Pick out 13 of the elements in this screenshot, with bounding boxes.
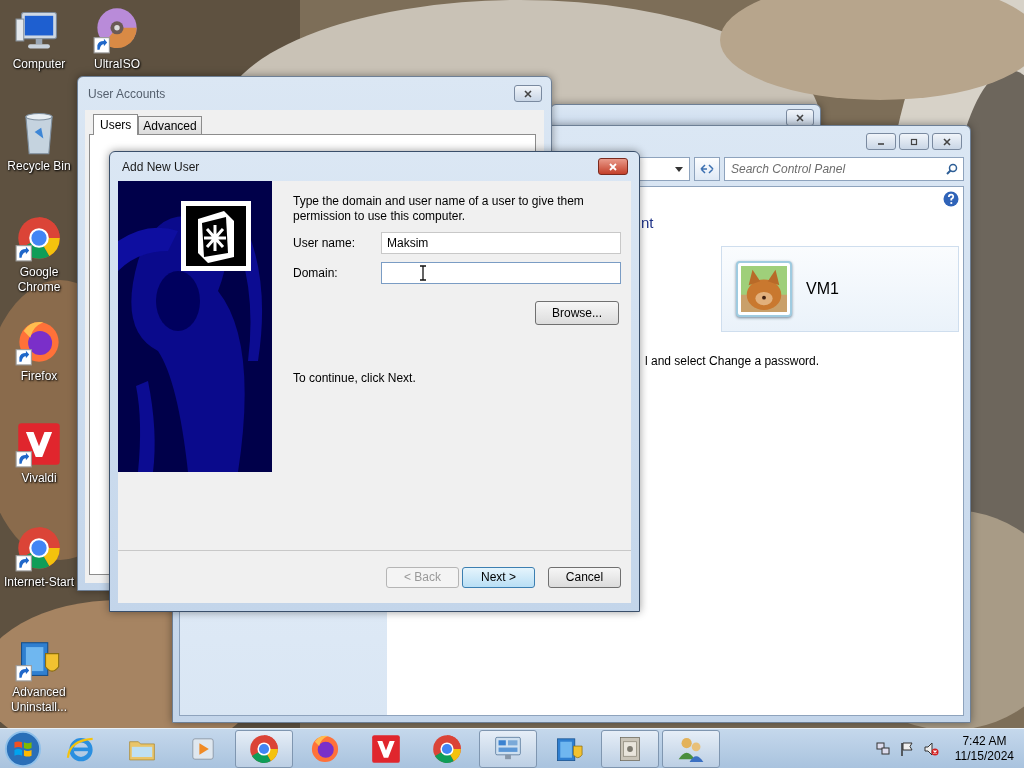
taskbar-button[interactable] [235,729,293,768]
flag-icon[interactable] [898,740,915,757]
taskbar-button[interactable] [601,729,659,768]
taskbar-button[interactable] [479,729,537,768]
network-icon[interactable] [874,740,891,757]
vivaldi-icon [370,732,402,765]
start-button[interactable] [4,729,42,768]
chrome-icon [431,732,463,765]
clock-time[interactable]: 7:42 AM [962,733,1007,749]
clock-date[interactable]: 11/15/2024 [954,748,1014,764]
muted-speaker-icon[interactable] [922,740,939,757]
chrome-icon [248,732,280,765]
taskbar-button[interactable] [662,729,720,768]
